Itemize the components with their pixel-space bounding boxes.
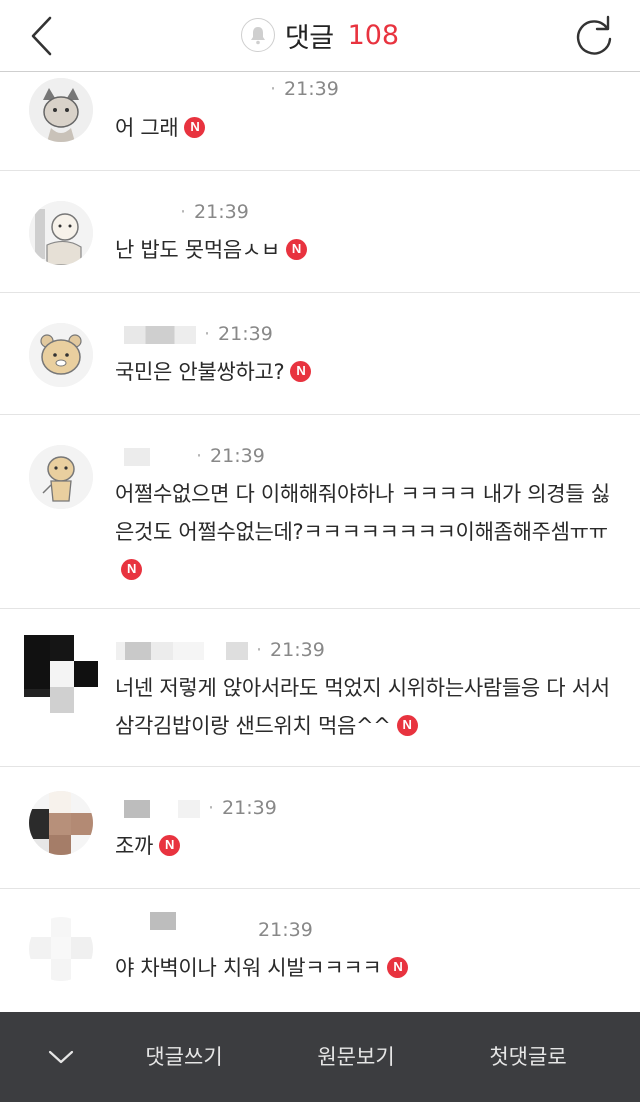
comment-body: 어쩔수없으면 다 이해해줘야하나 ㅋㅋㅋㅋ 내가 의경들 싫은것도 어쩔수없는데…: [115, 475, 612, 589]
comment-time: 21:39: [270, 639, 325, 661]
avatar[interactable]: [29, 78, 93, 142]
comment-text: 조까: [115, 834, 154, 858]
new-badge: N: [396, 714, 418, 736]
comment-item[interactable]: · 21:39 조까 N: [0, 767, 640, 889]
blurred-username: [124, 799, 150, 818]
comment-meta: ·21:39: [150, 911, 313, 941]
avatar[interactable]: [24, 635, 100, 715]
bell-icon[interactable]: [240, 18, 275, 52]
comment-meta: ·21:39: [270, 78, 339, 100]
comment-body: 국민은 안불쌍하고? N: [115, 353, 612, 391]
new-badge: N: [159, 834, 181, 856]
blurred-username: [124, 447, 150, 466]
comment-body: 야 차벽이나 치워 시발ㅋㅋㅋㅋ N: [115, 949, 612, 987]
comment-meta: ·21:39: [124, 445, 265, 467]
title-label: 댓글: [284, 22, 334, 54]
avatar[interactable]: [29, 791, 93, 855]
comment-item[interactable]: · 21:39 국민은 안불쌍하고? N: [0, 293, 640, 415]
avatar[interactable]: [29, 445, 93, 509]
write-comment-button[interactable]: 댓글쓰기: [124, 1012, 244, 1102]
comment-item[interactable]: · 21:39 어쩔수없으면 다 이해해줘야하나 ㅋㅋㅋㅋ 내가 의경들 싫은것도…: [0, 415, 640, 609]
blurred-username: [124, 325, 196, 344]
avatar[interactable]: [29, 323, 93, 387]
comment-meta: ·21:39: [124, 323, 273, 345]
comment-body: 조까 N: [115, 827, 612, 865]
blurred-username: [150, 911, 176, 930]
comment-time: 21:39: [210, 445, 265, 467]
comment-meta: ·21:39: [124, 797, 277, 819]
refresh-button[interactable]: [570, 12, 618, 60]
comment-body: 난 밥도 못먹음ㅅㅂ N: [115, 231, 612, 269]
comment-item[interactable]: · 21:39 너넨 저렇게 앉아서라도 먹었지 시위하는사람들응 다 서서 삼각…: [0, 609, 640, 767]
comment-meta: ·21:39: [180, 201, 249, 223]
comment-item[interactable]: · 21:39 어 그래 N: [0, 72, 640, 171]
comment-item[interactable]: ·21:39 야 차벽이나 치워 시발ㅋㅋㅋㅋN: [0, 889, 640, 1012]
comment-time: 21:39: [222, 797, 277, 819]
comment-body: 너넨 저렇게 앉아서라도 먹었지 시위하는사람들응 다 서서 삼각김밥이랑 샌드…: [115, 669, 612, 745]
avatar[interactable]: [29, 917, 93, 981]
blurred-username: [226, 641, 248, 660]
comment-text: 난 밥도 못먹음ㅅㅂ: [115, 238, 280, 262]
header-bar: 댓글 108: [0, 0, 640, 72]
avatar[interactable]: [29, 201, 93, 265]
comment-list[interactable]: · 21:39 어 그래 N · 21:39 난 밥도 못먹음ㅅㅂ N · 21…: [0, 72, 640, 1012]
comment-text: 야 차벽이나 치워 시발ㅋㅋㅋㅋ: [115, 956, 382, 980]
page-title: 댓글 108: [0, 14, 640, 56]
bottom-toolbar: 댓글쓰기 원문보기 첫댓글로: [0, 1012, 640, 1102]
new-badge: N: [387, 956, 409, 978]
comment-time: 21:39: [284, 78, 339, 100]
comment-text: 너넨 저렇게 앉아서라도 먹었지 시위하는사람들응 다 서서 삼각김밥이랑 샌드…: [115, 676, 610, 738]
comment-text: 국민은 안불쌍하고?: [115, 360, 285, 384]
comment-text: 어쩔수없으면 다 이해해줘야하나 ㅋㅋㅋㅋ 내가 의경들 싫은것도 어쩔수없는데…: [115, 482, 610, 544]
collapse-button[interactable]: [44, 1042, 78, 1072]
blurred-username: [178, 799, 200, 818]
comment-meta: ·21:39: [116, 639, 325, 661]
blurred-username: [116, 641, 204, 660]
comment-body: 어 그래 N: [115, 109, 612, 147]
comment-count: 108: [347, 19, 400, 51]
new-badge: N: [285, 238, 307, 260]
comment-time: 21:39: [258, 919, 313, 941]
comment-text: 어 그래: [115, 116, 179, 140]
first-comment-button[interactable]: 첫댓글로: [468, 1012, 588, 1102]
chevron-down-icon: [48, 1050, 74, 1064]
new-badge: N: [121, 558, 142, 580]
refresh-icon: [576, 15, 612, 55]
comment-time: 21:39: [218, 323, 273, 345]
comment-time: 21:39: [194, 201, 249, 223]
view-original-button[interactable]: 원문보기: [296, 1012, 416, 1102]
comment-item[interactable]: · 21:39 난 밥도 못먹음ㅅㅂ N: [0, 171, 640, 293]
new-badge: N: [184, 116, 206, 138]
new-badge: N: [290, 360, 312, 382]
